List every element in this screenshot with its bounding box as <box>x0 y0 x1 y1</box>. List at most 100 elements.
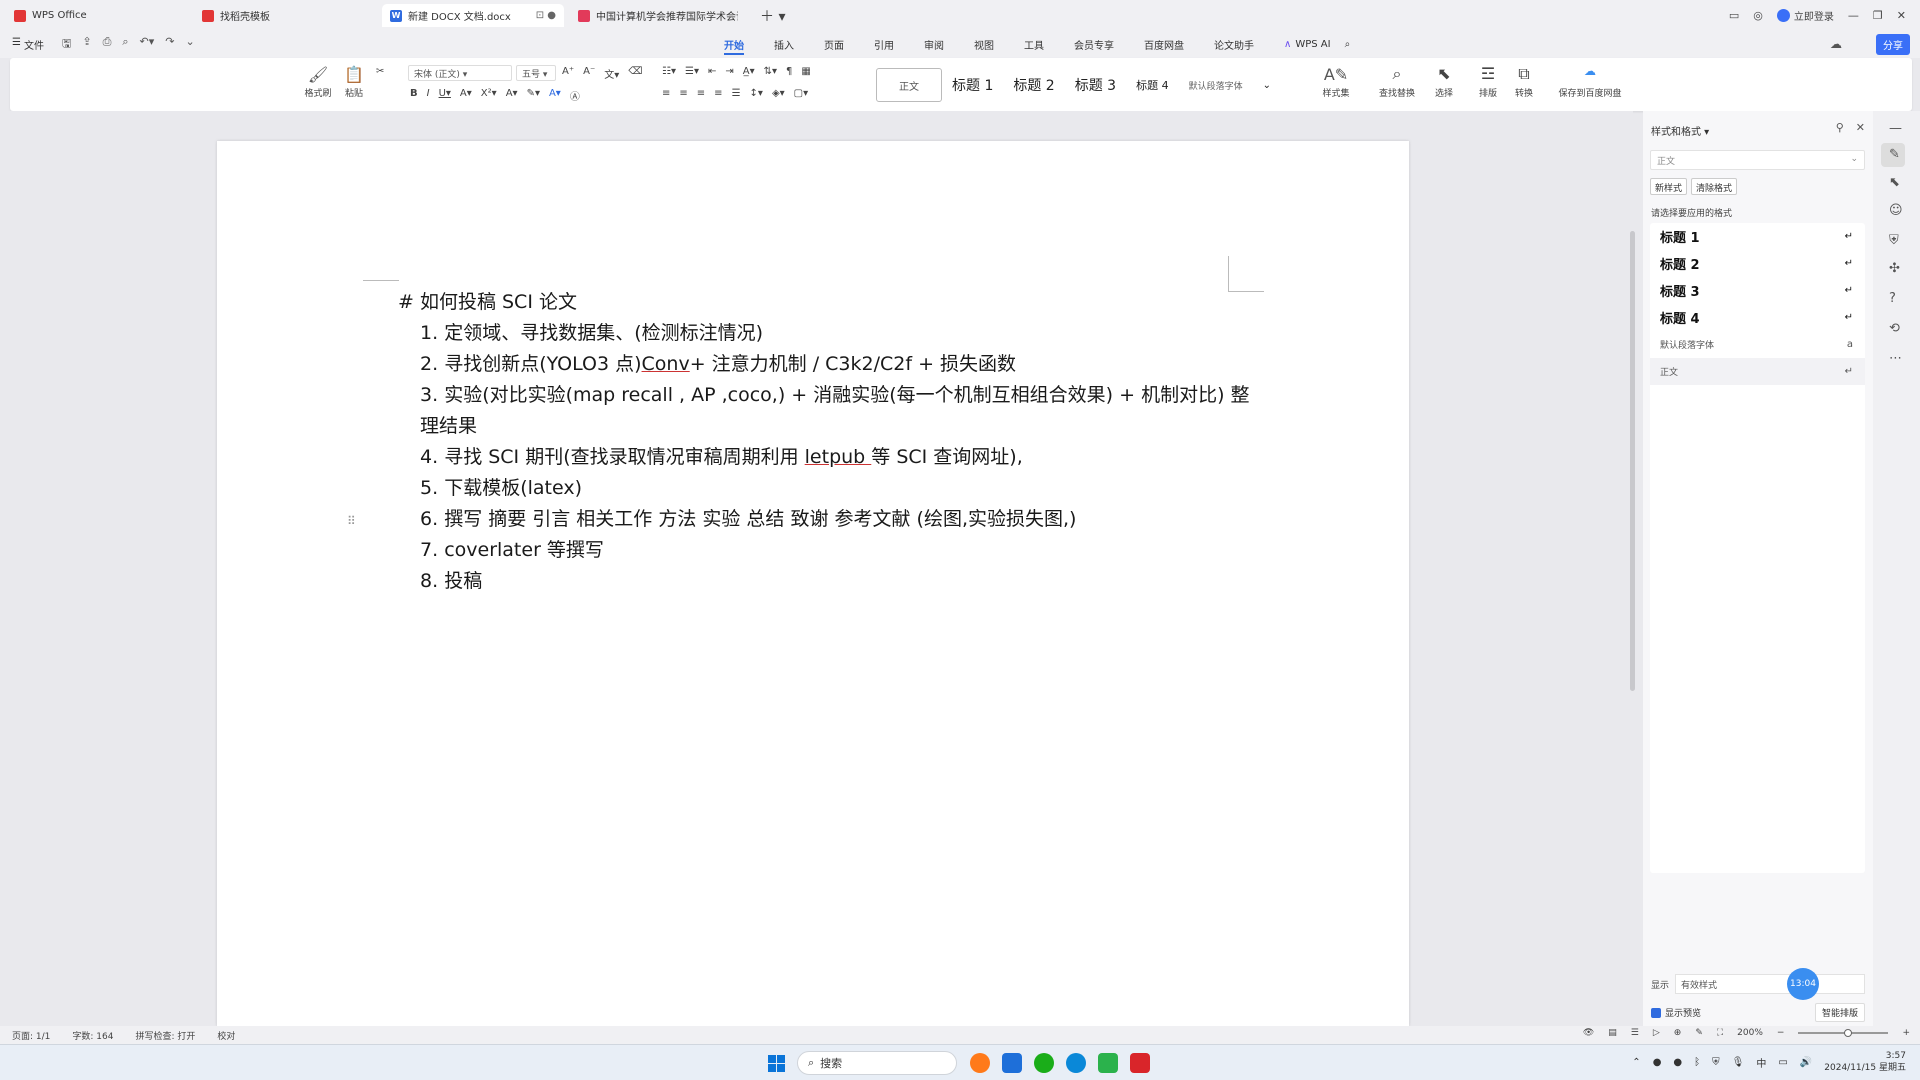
save-icon[interactable]: 🖫 <box>62 35 71 54</box>
list-item-5[interactable]: 5. 下载模板(latex) <box>420 473 1258 504</box>
layout-button[interactable]: ☲ 排版 <box>1470 64 1506 99</box>
style-gallery-item-2[interactable]: 标题 2 <box>1003 68 1064 102</box>
search-icon[interactable]: ⌕ <box>1345 39 1351 50</box>
menu-tab-2[interactable]: 页面 <box>824 31 844 58</box>
network-icon[interactable]: ▭ <box>1778 1057 1787 1068</box>
edit-mode-icon[interactable]: ✎ <box>1695 1028 1703 1038</box>
char-border-icon[interactable]: Ⓐ <box>570 88 580 103</box>
timer-bubble[interactable]: 13:04 <box>1787 968 1819 1000</box>
smart-layout-button[interactable]: 智能排版 <box>1814 1003 1865 1022</box>
edge-icon[interactable] <box>1066 1053 1086 1073</box>
minimize-icon[interactable]: — <box>1848 9 1859 22</box>
people-icon[interactable]: ☺ <box>1889 203 1903 218</box>
new-style-button[interactable]: 新样式 <box>1650 178 1688 195</box>
page-indicator[interactable]: 页面: 1/1 <box>12 1029 50 1042</box>
taskbar-search[interactable]: ⌕ 搜索 <box>797 1051 957 1075</box>
eye-icon[interactable]: 👁 <box>1583 1028 1594 1038</box>
show-marks-icon[interactable]: ¶ <box>786 66 792 77</box>
document-heading[interactable]: # 如何投稿 SCI 论文 <box>398 287 1258 318</box>
justify-icon[interactable]: ≡ <box>714 88 722 99</box>
strikethrough-icon[interactable]: A▾ <box>460 88 472 103</box>
list-item-3[interactable]: 3. 实验(对比实验(map recall , AP ,coco,) + 消融实… <box>420 380 1258 442</box>
style-list-item-0[interactable]: 标题 1 ↵ <box>1650 223 1865 250</box>
file-menu[interactable]: ☰ 文件 <box>12 37 44 52</box>
menu-tab-3[interactable]: 引用 <box>874 31 894 58</box>
tray-chevron-icon[interactable]: ⌃ <box>1632 1057 1640 1068</box>
skin-icon[interactable]: ◎ <box>1753 9 1763 22</box>
preview-checkbox[interactable]: 显示预览 <box>1651 1006 1701 1019</box>
tab-close-icon[interactable]: ⊡ ● <box>536 10 556 21</box>
vertical-scrollbar[interactable] <box>1630 231 1635 691</box>
share-button[interactable]: 分享 <box>1876 34 1910 55</box>
list-item-4[interactable]: 4. 寻找 SCI 期刊(查找录取情况审稿周期利用 letpub 等 SCI 查… <box>420 442 1258 473</box>
paste-button[interactable]: 📋 粘贴 <box>340 64 368 99</box>
show-select[interactable]: 有效样式 <box>1675 974 1866 994</box>
clear-format-button[interactable]: 清除格式 <box>1691 178 1738 195</box>
style-list-item-1[interactable]: 标题 2 ↵ <box>1650 250 1865 277</box>
select-button[interactable]: ⬉ 选择 <box>1426 64 1462 99</box>
save-to-cloud-button[interactable]: ☁ 保存到百度网盘 <box>1550 64 1630 99</box>
style-list-item-3[interactable]: 标题 4 ↵ <box>1650 304 1865 331</box>
word-count[interactable]: 字数: 164 <box>72 1029 113 1042</box>
align-center-icon[interactable]: ≡ <box>679 88 687 99</box>
bold-icon[interactable]: B <box>410 88 418 103</box>
clock[interactable]: 3:57 2024/11/15 星期五 <box>1824 1050 1906 1074</box>
style-list-item-4[interactable]: 默认段落字体 a <box>1650 331 1865 358</box>
superscript-icon[interactable]: X²▾ <box>481 88 497 103</box>
zoom-knob[interactable] <box>1844 1029 1853 1037</box>
print-icon[interactable]: ⎙ <box>103 35 112 54</box>
tools-icon[interactable]: ✣ <box>1889 261 1900 276</box>
list-item-8[interactable]: 8. 投稿 <box>420 566 1258 597</box>
outdent-icon[interactable]: ⇤ <box>708 66 716 77</box>
find-replace-button[interactable]: ⌕ 查找替换 <box>1372 64 1422 99</box>
style-gallery-item-3[interactable]: 标题 3 <box>1065 68 1126 102</box>
panel-close-icon[interactable]: ✕ <box>1856 121 1865 134</box>
zoom-slider[interactable] <box>1798 1029 1889 1037</box>
close-icon[interactable]: ✕ <box>1897 9 1906 22</box>
firefox-icon[interactable] <box>970 1053 990 1073</box>
list-item-2[interactable]: 2. 寻找创新点(YOLO3 点)Conv+ 注意力机制 / C3k2/C2f … <box>420 349 1258 380</box>
wps-ai-button[interactable]: ∧ WPS AI <box>1284 39 1331 50</box>
highlight-icon[interactable]: ✎▾ <box>527 88 540 103</box>
play-icon[interactable]: ▷ <box>1653 1028 1660 1038</box>
dash-icon[interactable]: — <box>1889 121 1902 136</box>
distributed-icon[interactable]: ☰ <box>732 88 741 99</box>
styles-panel-title[interactable]: 样式和格式 ▾ <box>1651 123 1709 138</box>
menu-tab-1[interactable]: 插入 <box>774 31 794 58</box>
align-right-icon[interactable]: ≡ <box>697 88 705 99</box>
style-list-item-5[interactable]: 正文 ↵ <box>1650 358 1865 385</box>
pin-icon[interactable]: ⚲ <box>1836 121 1844 134</box>
login-button[interactable]: 立即登录 <box>1776 8 1834 23</box>
volume-icon[interactable]: 🔊 <box>1800 1057 1812 1068</box>
document-page[interactable]: # 如何投稿 SCI 论文 1. 定领域、寻找数据集、(检测标注情况) 2. 寻找… <box>217 141 1409 1026</box>
list-item-7[interactable]: 7. coverlater 等撰写 <box>420 535 1258 566</box>
menu-tab-0[interactable]: 开始 <box>724 31 744 58</box>
tab-2[interactable]: W 新建 DOCX 文档.docx ⊡ ● <box>382 4 564 27</box>
maximize-icon[interactable]: ❐ <box>1873 9 1883 22</box>
style-gallery-item-4[interactable]: 标题 4 <box>1126 68 1179 102</box>
tray-app-icon[interactable]: ● <box>1653 1057 1662 1068</box>
web-view-icon[interactable]: ⊕ <box>1674 1028 1682 1038</box>
edit-icon[interactable]: ✎ <box>1889 147 1900 162</box>
style-list-item-2[interactable]: 标题 3 ↵ <box>1650 277 1865 304</box>
style-gallery-more-icon[interactable]: ⌄ <box>1253 68 1281 102</box>
grow-font-icon[interactable]: A⁺ <box>562 66 574 81</box>
proofread[interactable]: 校对 <box>217 1029 235 1042</box>
new-tab-button[interactable]: ＋ ▾ <box>760 6 785 26</box>
outline-view-icon[interactable]: ☰ <box>1631 1028 1639 1038</box>
style-set-button[interactable]: A✎ 样式集 <box>1322 64 1350 99</box>
table-icon[interactable]: ▦ <box>801 66 810 77</box>
tab-1[interactable]: 找稻壳模板 <box>194 4 376 27</box>
clear-format-icon[interactable]: ⌫ <box>628 66 642 81</box>
more-icon[interactable]: ⌄ <box>186 35 195 54</box>
underline-icon[interactable]: U▾ <box>439 88 451 103</box>
cloud-icon[interactable]: ☁ <box>1830 37 1842 51</box>
indent-icon[interactable]: ⇥ <box>725 66 733 77</box>
preview-icon[interactable]: ⌕ <box>122 35 128 54</box>
tray-mic-icon[interactable]: 🎙 <box>1732 1057 1745 1068</box>
tab-0[interactable]: WPS Office <box>6 4 188 27</box>
font-size-select[interactable]: 五号 ▾ <box>516 65 556 81</box>
text-effect-icon[interactable]: A▾ <box>506 88 518 103</box>
align-left-icon[interactable]: ≡ <box>662 88 670 99</box>
menu-tab-7[interactable]: 会员专享 <box>1074 31 1114 58</box>
